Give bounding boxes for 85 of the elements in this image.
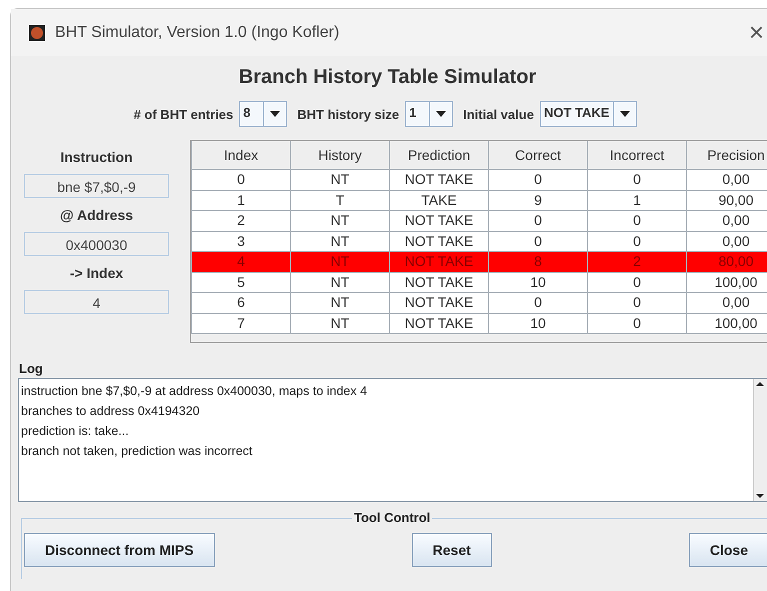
table-cell: 0,00 bbox=[686, 210, 767, 231]
column-header: Prediction bbox=[390, 141, 488, 170]
table-cell: 0,00 bbox=[686, 292, 767, 313]
scroll-down-icon[interactable] bbox=[754, 491, 766, 501]
log-label: Log bbox=[19, 361, 44, 376]
table-cell: 0 bbox=[588, 272, 686, 292]
app-icon bbox=[29, 24, 45, 40]
table-cell: 0 bbox=[488, 170, 588, 190]
table-cell: 1 bbox=[588, 190, 686, 210]
table-cell: T bbox=[290, 190, 390, 210]
table-cell: 5 bbox=[192, 272, 290, 292]
column-header: Index bbox=[192, 141, 290, 170]
table-cell: TAKE bbox=[390, 190, 488, 210]
table-cell: 10 bbox=[488, 313, 588, 334]
table-cell: 10 bbox=[488, 272, 588, 292]
dropdown[interactable]: 8 bbox=[239, 101, 288, 127]
table-cell: 0,00 bbox=[686, 231, 767, 252]
table-cell: 0 bbox=[488, 210, 588, 231]
table-cell: 0 bbox=[588, 210, 686, 231]
table-cell: 100,00 bbox=[686, 313, 767, 334]
caret-icon bbox=[270, 111, 280, 117]
value-field: bne $7,$0,-9 bbox=[24, 174, 169, 198]
action-button[interactable]: Close bbox=[688, 533, 767, 567]
table-cell: 0 bbox=[588, 170, 686, 190]
table-cell: NT bbox=[290, 313, 390, 334]
caret-icon bbox=[620, 111, 630, 117]
setting-label: BHT history size bbox=[297, 106, 400, 122]
table-cell: NT bbox=[290, 252, 390, 272]
table-cell: 0 bbox=[588, 313, 686, 334]
window-title: BHT Simulator, Version 1.0 (Ingo Kofler) bbox=[55, 24, 340, 42]
dropdown[interactable]: 1 bbox=[405, 101, 454, 127]
heading: Branch History Table Simulator bbox=[238, 66, 538, 89]
field-label: Instruction bbox=[60, 149, 133, 165]
log-line: branches to address 0x4194320 bbox=[21, 403, 201, 420]
column-header: Precision bbox=[686, 141, 767, 170]
table-cell: 7 bbox=[192, 313, 290, 334]
table-cell: 2 bbox=[192, 210, 290, 231]
scrollbar[interactable] bbox=[753, 379, 767, 501]
table-cell: 2 bbox=[588, 252, 686, 272]
table-cell: NOT TAKE bbox=[390, 252, 488, 272]
table-cell: 90,00 bbox=[686, 190, 767, 210]
log-line: instruction bne $7,$0,-9 at address 0x400030, maps to index 4 bbox=[21, 383, 368, 400]
table-cell: 100,00 bbox=[686, 272, 767, 292]
table-cell: 0 bbox=[588, 292, 686, 313]
table-cell: 6 bbox=[192, 292, 290, 313]
table-cell: 80,00 bbox=[686, 252, 767, 272]
field-label: -> Index bbox=[70, 265, 124, 281]
column-header: History bbox=[290, 141, 390, 170]
action-button[interactable]: Disconnect from MIPS bbox=[24, 533, 215, 567]
log-line: prediction is: take... bbox=[21, 423, 130, 440]
column-header: Correct bbox=[488, 141, 588, 170]
table-cell: NOT TAKE bbox=[390, 170, 488, 190]
table-cell: NOT TAKE bbox=[390, 292, 488, 313]
column-header: Incorrect bbox=[588, 141, 686, 170]
table-cell: 3 bbox=[192, 231, 290, 252]
log-line: branch not taken, prediction was incorrect bbox=[21, 443, 254, 460]
table-cell: 4 bbox=[192, 252, 290, 272]
value-field: 4 bbox=[24, 290, 169, 314]
table-cell: 0 bbox=[488, 231, 588, 252]
table-cell: 1 bbox=[192, 190, 290, 210]
table-cell: 8 bbox=[488, 252, 588, 272]
table-cell: NOT TAKE bbox=[390, 210, 488, 231]
table-cell: 0 bbox=[192, 170, 290, 190]
table-cell: NT bbox=[290, 231, 390, 252]
table-cell: NT bbox=[290, 170, 390, 190]
table-cell: NT bbox=[290, 272, 390, 292]
close-button[interactable]: × bbox=[748, 17, 764, 48]
table-cell: 0 bbox=[588, 231, 686, 252]
table-cell: NOT TAKE bbox=[390, 272, 488, 292]
setting-label: # of BHT entries bbox=[134, 106, 234, 122]
scroll-up-icon[interactable] bbox=[754, 379, 766, 389]
table-cell: NT bbox=[290, 292, 390, 313]
table-cell: NT bbox=[290, 210, 390, 231]
action-button[interactable]: Reset bbox=[412, 533, 492, 567]
value-field: 0x400030 bbox=[24, 232, 169, 256]
table-cell: 0,00 bbox=[686, 170, 767, 190]
field-label: @ Address bbox=[60, 207, 134, 223]
table-cell: 0 bbox=[488, 292, 588, 313]
setting-label: Initial value bbox=[463, 106, 534, 122]
caret-icon bbox=[436, 111, 446, 117]
table-cell: NOT TAKE bbox=[390, 313, 488, 334]
group-title: Tool Control bbox=[352, 510, 432, 525]
dropdown[interactable]: NOT TAKE bbox=[540, 101, 638, 127]
table-cell: NOT TAKE bbox=[390, 231, 488, 252]
table-cell: 9 bbox=[488, 190, 588, 210]
